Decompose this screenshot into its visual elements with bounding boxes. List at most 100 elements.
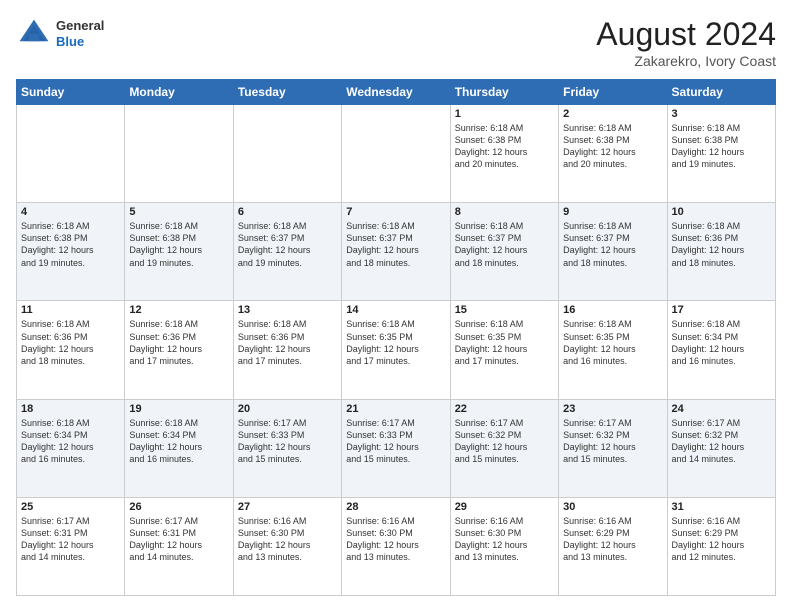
day-info: Sunrise: 6:18 AM Sunset: 6:34 PM Dayligh… (21, 417, 120, 466)
calendar-cell (125, 105, 233, 203)
calendar-cell: 26 Sunrise: 6:17 AM Sunset: 6:31 PM Dayli… (125, 497, 233, 595)
day-number: 9 (563, 206, 662, 218)
calendar-cell: 25Sunrise: 6:17 AM Sunset: 6:31 PM Dayli… (17, 497, 125, 595)
page: General Blue August 2024 Zakarekro, Ivor… (0, 0, 792, 612)
day-info: Sunrise: 6:18 AM Sunset: 6:38 PM Dayligh… (129, 220, 228, 269)
logo-general-text: General (56, 18, 104, 34)
calendar-cell: 3Sunrise: 6:18 AM Sunset: 6:38 PM Daylig… (667, 105, 775, 203)
calendar-cell: 2 Sunrise: 6:18 AM Sunset: 6:38 PM Daylig… (559, 105, 667, 203)
day-info: Sunrise: 6:18 AM Sunset: 6:36 PM Dayligh… (672, 220, 771, 269)
day-info: Sunrise: 6:18 AM Sunset: 6:38 PM Dayligh… (455, 122, 554, 171)
calendar-header-friday: Friday (559, 80, 667, 105)
day-info: Sunrise: 6:18 AM Sunset: 6:38 PM Dayligh… (563, 122, 662, 171)
day-number: 16 (563, 304, 662, 316)
day-number: 1 (455, 108, 554, 120)
calendar-cell: 17 Sunrise: 6:18 AM Sunset: 6:34 PM Dayli… (667, 301, 775, 399)
day-number: 7 (346, 206, 445, 218)
calendar-cell: 19Sunrise: 6:18 AM Sunset: 6:34 PM Dayli… (125, 399, 233, 497)
calendar-week-row: 4Sunrise: 6:18 AM Sunset: 6:38 PM Daylig… (17, 203, 776, 301)
day-info: Sunrise: 6:18 AM Sunset: 6:35 PM Dayligh… (455, 318, 554, 367)
calendar-week-row: 25 Sunrise: 6:17 AM Sunset: 6:31 PM Dayli… (17, 497, 776, 595)
calendar-cell: 22 Sunrise: 6:17 AM Sunset: 6:32 PM Dayli… (450, 399, 558, 497)
logo-blue-text: Blue (56, 34, 104, 50)
calendar-header-monday: Monday (125, 80, 233, 105)
day-number: 29 (455, 501, 554, 513)
day-info: Sunrise: 6:16 AM Sunset: 6:29 PM Dayligh… (563, 515, 662, 564)
calendar-cell: 4Sunrise: 6:18 AM Sunset: 6:38 PM Daylig… (17, 203, 125, 301)
calendar-cell (342, 105, 450, 203)
day-number: 12 (129, 304, 228, 316)
calendar-cell: 18 Sunrise: 6:18 AM Sunset: 6:34 PM Dayli… (17, 399, 125, 497)
day-number: 5 (129, 206, 228, 218)
day-info: Sunrise: 6:16 AM Sunset: 6:30 PM Dayligh… (346, 515, 445, 564)
day-info: Sunrise: 6:17 AM Sunset: 6:31 PM Dayligh… (129, 515, 228, 564)
day-number: 31 (672, 501, 771, 513)
day-info: Sunrise: 6:17 AM Sunset: 6:32 PM Dayligh… (563, 417, 662, 466)
day-number: 13 (238, 304, 337, 316)
calendar-cell: 16 Sunrise: 6:18 AM Sunset: 6:35 PM Dayli… (559, 301, 667, 399)
day-info: Sunrise: 6:16 AM Sunset: 6:30 PM Dayligh… (455, 515, 554, 564)
calendar-header-tuesday: Tuesday (233, 80, 341, 105)
day-number: 27 (238, 501, 337, 513)
calendar-cell: 30 Sunrise: 6:16 AM Sunset: 6:29 PM Dayli… (559, 497, 667, 595)
calendar-table: SundayMondayTuesdayWednesdayThursdayFrid… (16, 79, 776, 596)
day-number: 2 (563, 108, 662, 120)
day-info: Sunrise: 6:17 AM Sunset: 6:32 PM Dayligh… (672, 417, 771, 466)
day-info: Sunrise: 6:18 AM Sunset: 6:38 PM Dayligh… (21, 220, 120, 269)
calendar-cell: 13 Sunrise: 6:18 AM Sunset: 6:36 PM Dayli… (233, 301, 341, 399)
day-info: Sunrise: 6:18 AM Sunset: 6:38 PM Dayligh… (672, 122, 771, 171)
day-info: Sunrise: 6:18 AM Sunset: 6:36 PM Dayligh… (21, 318, 120, 367)
calendar-cell: 12 Sunrise: 6:18 AM Sunset: 6:36 PM Dayli… (125, 301, 233, 399)
day-number: 17 (672, 304, 771, 316)
calendar-cell: 23 Sunrise: 6:17 AM Sunset: 6:32 PM Dayli… (559, 399, 667, 497)
day-info: Sunrise: 6:18 AM Sunset: 6:37 PM Dayligh… (455, 220, 554, 269)
calendar-header-saturday: Saturday (667, 80, 775, 105)
calendar-week-row: 18 Sunrise: 6:18 AM Sunset: 6:34 PM Dayli… (17, 399, 776, 497)
day-number: 30 (563, 501, 662, 513)
calendar-cell: 29 Sunrise: 6:16 AM Sunset: 6:30 PM Dayli… (450, 497, 558, 595)
calendar-cell: 8Sunrise: 6:18 AM Sunset: 6:37 PM Daylig… (450, 203, 558, 301)
day-info: Sunrise: 6:18 AM Sunset: 6:36 PM Dayligh… (238, 318, 337, 367)
day-number: 6 (238, 206, 337, 218)
day-number: 25 (21, 501, 120, 513)
day-info: Sunrise: 6:16 AM Sunset: 6:29 PM Dayligh… (672, 515, 771, 564)
day-info: Sunrise: 6:17 AM Sunset: 6:33 PM Dayligh… (238, 417, 337, 466)
calendar-cell: 28 Sunrise: 6:16 AM Sunset: 6:30 PM Dayli… (342, 497, 450, 595)
day-info: Sunrise: 6:18 AM Sunset: 6:34 PM Dayligh… (129, 417, 228, 466)
calendar-cell: 27 Sunrise: 6:16 AM Sunset: 6:30 PM Dayli… (233, 497, 341, 595)
day-info: Sunrise: 6:18 AM Sunset: 6:35 PM Dayligh… (563, 318, 662, 367)
day-info: Sunrise: 6:16 AM Sunset: 6:30 PM Dayligh… (238, 515, 337, 564)
calendar-week-row: 11Sunrise: 6:18 AM Sunset: 6:36 PM Dayli… (17, 301, 776, 399)
day-number: 10 (672, 206, 771, 218)
calendar-cell: 15Sunrise: 6:18 AM Sunset: 6:35 PM Dayli… (450, 301, 558, 399)
day-number: 28 (346, 501, 445, 513)
day-info: Sunrise: 6:18 AM Sunset: 6:37 PM Dayligh… (238, 220, 337, 269)
day-number: 22 (455, 403, 554, 415)
day-number: 14 (346, 304, 445, 316)
day-number: 18 (21, 403, 120, 415)
calendar-cell (17, 105, 125, 203)
calendar-cell: 20 Sunrise: 6:17 AM Sunset: 6:33 PM Dayli… (233, 399, 341, 497)
calendar-cell: 31 Sunrise: 6:16 AM Sunset: 6:29 PM Dayli… (667, 497, 775, 595)
calendar-cell: 21Sunrise: 6:17 AM Sunset: 6:33 PM Dayli… (342, 399, 450, 497)
day-info: Sunrise: 6:18 AM Sunset: 6:35 PM Dayligh… (346, 318, 445, 367)
calendar-cell: 24 Sunrise: 6:17 AM Sunset: 6:32 PM Dayli… (667, 399, 775, 497)
day-info: Sunrise: 6:18 AM Sunset: 6:34 PM Dayligh… (672, 318, 771, 367)
calendar-header-sunday: Sunday (17, 80, 125, 105)
day-info: Sunrise: 6:18 AM Sunset: 6:37 PM Dayligh… (346, 220, 445, 269)
day-number: 26 (129, 501, 228, 513)
calendar-cell (233, 105, 341, 203)
calendar-cell: 10 Sunrise: 6:18 AM Sunset: 6:36 PM Dayli… (667, 203, 775, 301)
day-number: 20 (238, 403, 337, 415)
calendar-header-wednesday: Wednesday (342, 80, 450, 105)
day-number: 24 (672, 403, 771, 415)
day-info: Sunrise: 6:18 AM Sunset: 6:37 PM Dayligh… (563, 220, 662, 269)
day-info: Sunrise: 6:17 AM Sunset: 6:32 PM Dayligh… (455, 417, 554, 466)
month-title: August 2024 (596, 16, 776, 53)
calendar-cell: 5 Sunrise: 6:18 AM Sunset: 6:38 PM Daylig… (125, 203, 233, 301)
calendar-cell: 11Sunrise: 6:18 AM Sunset: 6:36 PM Dayli… (17, 301, 125, 399)
location: Zakarekro, Ivory Coast (596, 53, 776, 69)
day-number: 23 (563, 403, 662, 415)
day-number: 21 (346, 403, 445, 415)
day-info: Sunrise: 6:18 AM Sunset: 6:36 PM Dayligh… (129, 318, 228, 367)
